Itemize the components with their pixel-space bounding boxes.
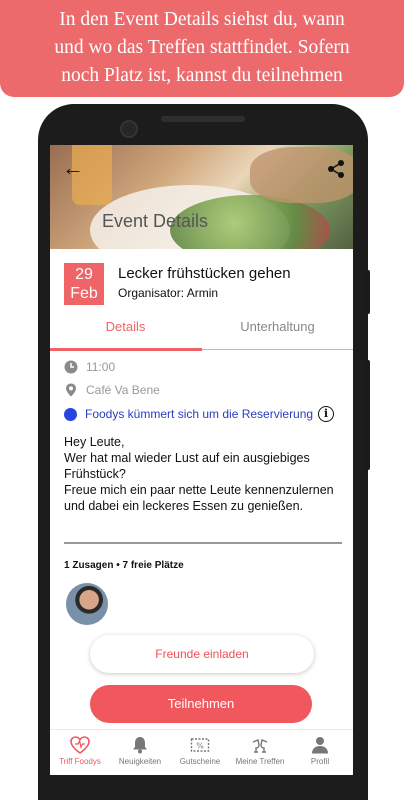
- location-row: Café Va Bene: [64, 383, 160, 397]
- phone-volume-button: [364, 360, 370, 470]
- tab-unterhaltung[interactable]: Unterhaltung: [202, 319, 353, 347]
- description-divider: [64, 542, 342, 544]
- nav-item-profil[interactable]: Profil: [290, 736, 350, 766]
- nav-label-profil: Profil: [310, 757, 330, 766]
- phone-camera: [120, 120, 138, 138]
- hero-overlay: [50, 145, 353, 249]
- event-description: Hey Leute, Wer hat mal wieder Lust auf e…: [64, 435, 334, 513]
- reservation-text: Foodys kümmert sich um die Reservierung: [85, 407, 314, 421]
- attendance-summary: 1 Zusagen • 7 freie Plätze: [64, 560, 184, 571]
- event-location: Café Va Bene: [86, 383, 160, 397]
- phone-bottom-bezel: [38, 775, 368, 800]
- event-hero-image: ← Event Details: [50, 145, 353, 249]
- nav-label-meine-treffen: Meine Treffen: [235, 757, 285, 766]
- banner-line-3: noch Platz ist, kannst du teilnehmen: [61, 65, 343, 86]
- page-title: Event Details: [102, 211, 209, 231]
- tab-details[interactable]: Details: [50, 319, 201, 347]
- time-row: 11:00: [64, 360, 115, 374]
- voucher-icon: %: [190, 738, 210, 752]
- nav-item-meine-treffen[interactable]: Meine Treffen: [230, 736, 290, 766]
- nav-item-triff-foodys[interactable]: Triff Foodys: [50, 736, 110, 766]
- nav-item-gutscheine[interactable]: % Gutscheine: [170, 736, 230, 766]
- bell-icon: [133, 737, 147, 754]
- active-tab-indicator: [50, 348, 202, 351]
- invite-friends-button[interactable]: Freunde einladen: [90, 635, 314, 673]
- reservation-row: Foodys kümmert sich um die Reservierung: [64, 407, 313, 421]
- arrow-left-icon[interactable]: ←: [62, 157, 84, 179]
- join-button[interactable]: Teilnehmen: [90, 685, 312, 723]
- date-badge: 29 Feb: [64, 263, 104, 305]
- share-icon[interactable]: [326, 159, 346, 179]
- nav-label-neuigkeiten: Neuigkeiten: [118, 757, 162, 766]
- reservation-dot-icon: [64, 407, 77, 421]
- app-screen: ← Event Details 29 Feb Lecker frühstücke…: [50, 145, 353, 775]
- phone-speaker: [161, 116, 245, 122]
- nav-item-neuigkeiten[interactable]: Neuigkeiten: [110, 736, 170, 766]
- event-time: 11:00: [86, 360, 116, 374]
- promo-banner: In den Event Details siehst du, wann und…: [0, 0, 404, 97]
- clock-icon: [64, 360, 78, 374]
- person-icon: [312, 737, 328, 754]
- tab-divider: [202, 349, 353, 350]
- location-pin-icon: [66, 383, 76, 397]
- date-day: 29: [75, 266, 93, 283]
- nav-label-triff-foodys: Triff Foodys: [59, 757, 101, 766]
- event-organizer: Organisator: Armin: [118, 286, 219, 300]
- phone-side-button: [364, 270, 370, 314]
- svg-text:%: %: [196, 742, 204, 751]
- date-month: Feb: [70, 285, 98, 302]
- bottom-navigation: Triff Foodys Neuigkeiten % Gutscheine Me…: [50, 729, 353, 775]
- cheers-icon: [252, 739, 268, 753]
- banner-line-2: und wo das Treffen stattfindet. Sofern: [54, 37, 350, 58]
- event-title: Lecker frühstücken gehen: [118, 265, 291, 282]
- avatar[interactable]: [66, 583, 108, 625]
- banner-line-1: In den Event Details siehst du, wann: [59, 9, 345, 30]
- info-icon[interactable]: i: [318, 406, 334, 422]
- nav-label-gutscheine: Gutscheine: [179, 757, 221, 766]
- heart-icon: [70, 736, 90, 754]
